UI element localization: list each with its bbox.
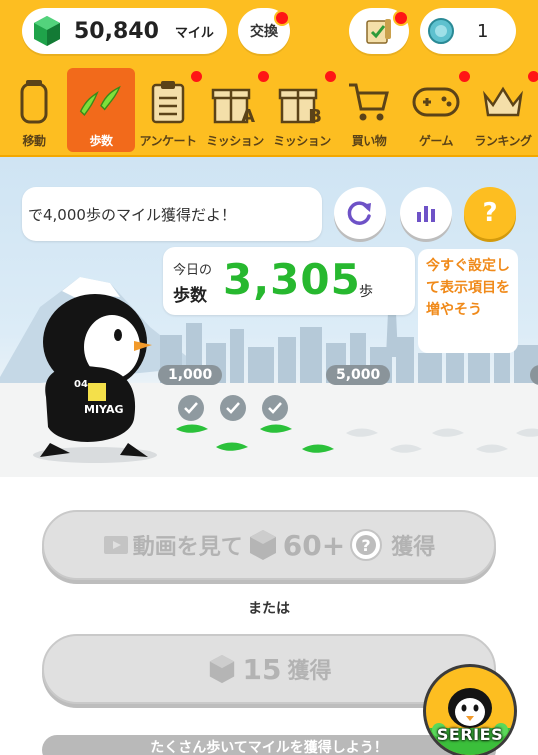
normal-value: 15	[242, 652, 282, 686]
speech-bubble: で4,000歩のマイル獲得だよ！	[22, 187, 322, 241]
clipboard-icon	[151, 81, 185, 124]
question-coin-icon: ?	[350, 529, 383, 561]
steps-scene: で4,000歩のマイル獲得だよ！ ? 今日の 歩数 3,305 歩 今すぐ設定し…	[0, 157, 538, 477]
settings-tip-card[interactable]: 今すぐ設定して表示項目を増やそう	[418, 249, 518, 353]
steps-label: 歩数	[173, 286, 207, 306]
nav-item-ranking[interactable]: ランキング	[469, 68, 538, 152]
gamepad-icon	[412, 87, 460, 117]
gem-icon	[209, 654, 234, 684]
speech-text: で4,000歩のマイル獲得だよ！	[28, 205, 236, 224]
check-icon	[262, 395, 288, 421]
nav-item-steps[interactable]: 歩数	[67, 68, 135, 152]
exchange-button[interactable]: 交換	[238, 8, 290, 54]
milestone-label: 5,000	[326, 365, 391, 385]
exchange-label: 交換	[250, 24, 278, 40]
nav-label: アンケート	[139, 134, 197, 148]
nav-label: ミッション	[273, 134, 331, 148]
today-steps-card: 今日の 歩数 3,305 歩	[163, 247, 415, 315]
shirt-number: 04	[74, 379, 88, 390]
nav-item-shopping[interactable]: 買い物	[335, 68, 403, 152]
gift-letter: B	[308, 106, 322, 124]
nav-label: 歩数	[89, 134, 113, 148]
nav-item-game[interactable]: ゲーム	[402, 68, 470, 152]
help-question-mark: ?	[482, 198, 498, 228]
battery-icon	[20, 80, 48, 124]
crown-icon	[483, 86, 523, 117]
nav-item-mission-b[interactable]: B ミッション	[268, 68, 336, 152]
today-label: 今日の	[173, 263, 213, 278]
main-nav: 移動 歩数 アンケート A ミッション B ミッション 買い物 ゲーム ランキン…	[0, 68, 538, 154]
certificate-icon	[366, 19, 391, 44]
normal-suffix: 獲得	[287, 659, 332, 684]
notification-dot	[393, 10, 409, 26]
miles-value: 50,840	[74, 18, 159, 44]
miles-unit: マイル	[174, 25, 214, 41]
nav-item-mission-a[interactable]: A ミッション	[201, 68, 269, 152]
refresh-icon	[347, 201, 371, 225]
coin-icon	[428, 18, 454, 44]
video-value: 60+	[282, 528, 346, 562]
svg-text:?: ?	[362, 536, 371, 555]
gem-icon	[34, 16, 60, 46]
ticket-count: 1	[477, 20, 489, 42]
bar-chart-icon	[417, 206, 435, 222]
help-button[interactable]: ?	[464, 187, 516, 239]
gift-a-icon: A	[211, 88, 255, 124]
or-label: または	[248, 601, 290, 617]
notification-dot	[274, 10, 290, 26]
steps-unit: 歩	[359, 284, 373, 300]
nav-label: 移動	[22, 134, 46, 148]
gift-b-icon: B	[278, 88, 322, 124]
check-icon	[220, 395, 246, 421]
notification-dot	[528, 71, 538, 82]
miles-pill[interactable]: 50,840 マイル	[22, 8, 227, 54]
nav-item-move[interactable]: 移動	[0, 68, 68, 152]
refresh-button[interactable]	[334, 187, 386, 239]
footprints-icon	[79, 85, 121, 116]
gem-icon	[249, 530, 276, 560]
watch-video-button[interactable]: 動画を見て 60+ ? 獲得	[42, 510, 496, 580]
gift-letter: A	[241, 106, 255, 124]
nav-label: ミッション	[206, 134, 264, 148]
certificate-button[interactable]	[349, 8, 409, 54]
nav-label: ゲーム	[418, 134, 454, 148]
video-icon	[103, 536, 128, 554]
check-icon	[178, 395, 204, 421]
series-label: SERIES	[436, 725, 504, 744]
top-bar: 50,840 マイル 交換 1 移動 歩数 アンケート A ミッション B ミッ…	[0, 0, 538, 157]
milestone-label: 1,000	[158, 365, 223, 385]
stats-button[interactable]	[400, 187, 452, 239]
settings-tip-text: 今すぐ設定して表示項目を増やそう	[426, 258, 510, 318]
video-suffix: 獲得	[391, 535, 436, 560]
ticket-pill[interactable]: 1	[420, 8, 516, 54]
video-label: 動画を見て	[132, 535, 243, 560]
series-button[interactable]: SERIES	[423, 664, 517, 755]
steps-value: 3,305	[223, 255, 361, 304]
nav-label: ランキング	[474, 134, 532, 148]
shirt-name: MIYAG	[84, 403, 124, 416]
nav-label: 買い物	[351, 134, 387, 148]
cart-icon	[349, 83, 389, 121]
nav-item-survey[interactable]: アンケート	[134, 68, 202, 152]
